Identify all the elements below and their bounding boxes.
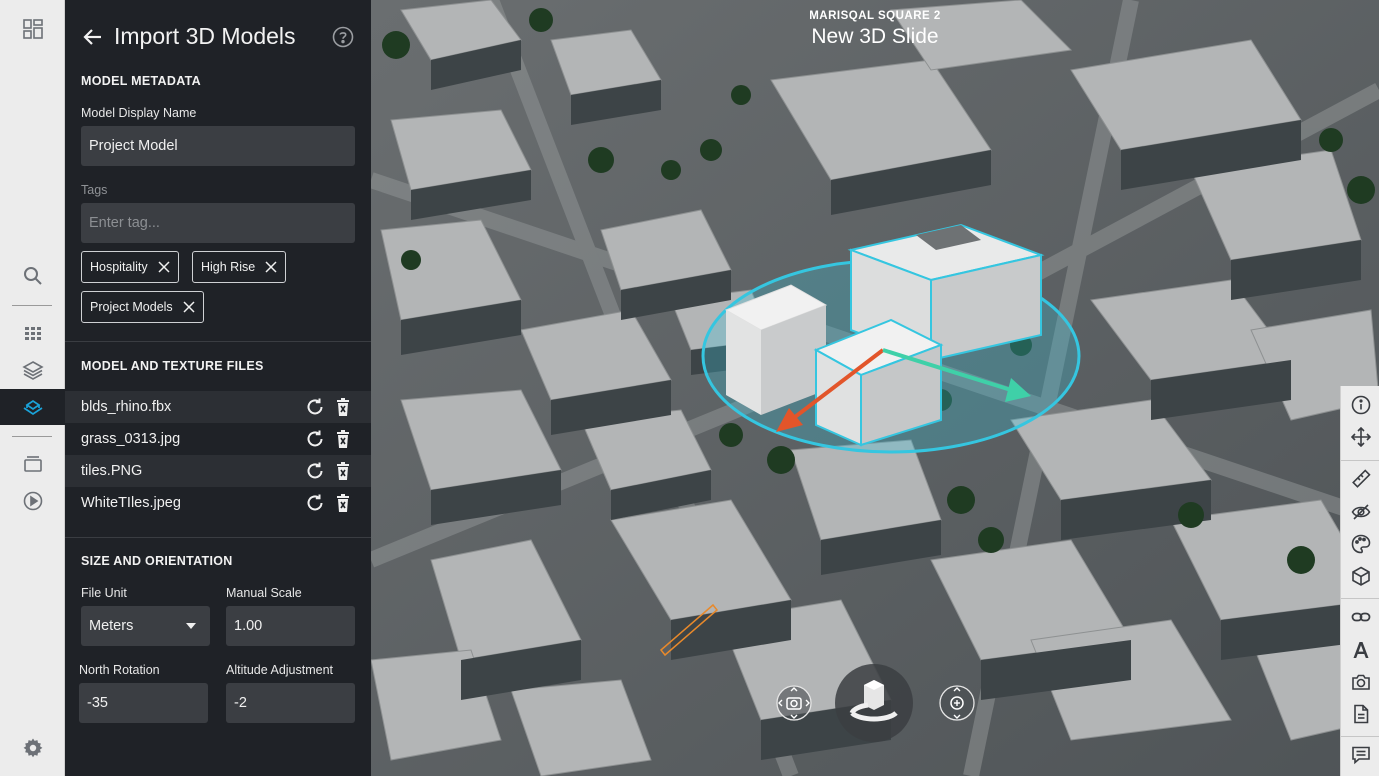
- refresh-icon[interactable]: [305, 461, 325, 481]
- manual-scale-label: Manual Scale: [226, 586, 302, 600]
- tags-label: Tags: [81, 183, 108, 197]
- trash-icon[interactable]: [333, 397, 353, 417]
- tag-chip: High Rise: [192, 251, 287, 283]
- info-icon[interactable]: [1341, 390, 1379, 420]
- file-row[interactable]: grass_0313.jpg: [65, 423, 371, 455]
- file-unit-select[interactable]: Meters: [81, 606, 210, 646]
- settings-gear-icon[interactable]: [0, 730, 65, 766]
- refresh-icon[interactable]: [305, 429, 325, 449]
- remove-tag-icon[interactable]: [265, 261, 277, 273]
- metadata-section-title: MODEL METADATA: [81, 74, 201, 88]
- file-name: tiles.PNG: [81, 463, 143, 479]
- back-arrow-icon[interactable]: [81, 25, 105, 49]
- project-name: MARISQAL SQUARE 2: [809, 10, 941, 22]
- remove-tag-icon[interactable]: [183, 301, 195, 313]
- models-icon[interactable]: [0, 389, 65, 425]
- altitude-input[interactable]: -2: [226, 683, 355, 723]
- play-icon[interactable]: [0, 483, 65, 519]
- display-name-label: Model Display Name: [81, 106, 197, 120]
- import-models-panel: Import 3D Models MODEL METADATA Model Di…: [65, 0, 371, 776]
- link-icon[interactable]: [1341, 602, 1379, 632]
- altitude-label: Altitude Adjustment: [226, 663, 334, 677]
- ruler-icon[interactable]: [1341, 464, 1379, 494]
- layers-icon[interactable]: [0, 352, 65, 388]
- city-scene: [371, 0, 1379, 776]
- north-rotation-label: North Rotation: [79, 663, 160, 677]
- tag-chip: Hospitality: [81, 251, 179, 283]
- zoom-icon[interactable]: [938, 684, 976, 722]
- north-rotation-input[interactable]: -35: [79, 683, 208, 723]
- grid-list-icon[interactable]: [0, 316, 65, 352]
- icon-rail: [0, 0, 65, 776]
- trash-icon[interactable]: [333, 429, 353, 449]
- document-icon[interactable]: [1341, 699, 1379, 729]
- display-name-input[interactable]: Project Model: [81, 126, 355, 166]
- file-unit-label: File Unit: [81, 586, 127, 600]
- map-viewport[interactable]: MARISQAL SQUARE 2 New 3D Slide: [371, 0, 1379, 776]
- panel-header: Import 3D Models: [65, 0, 371, 76]
- remove-tag-icon[interactable]: [158, 261, 170, 273]
- tag-chip: Project Models: [81, 291, 204, 323]
- visibility-off-icon[interactable]: [1341, 497, 1379, 527]
- file-row[interactable]: blds_rhino.fbx: [65, 391, 371, 423]
- camera-pan-icon[interactable]: [775, 684, 813, 722]
- file-row[interactable]: tiles.PNG: [65, 455, 371, 487]
- tag-input[interactable]: Enter tag...: [81, 203, 355, 243]
- slides-icon[interactable]: [0, 446, 65, 482]
- search-icon[interactable]: [0, 258, 65, 294]
- trash-icon[interactable]: [333, 461, 353, 481]
- file-name: grass_0313.jpg: [81, 431, 181, 447]
- orbit-compass-icon[interactable]: [834, 663, 914, 743]
- tag-chip-label: Project Models: [90, 300, 173, 314]
- comment-icon[interactable]: [1341, 740, 1379, 770]
- trash-icon[interactable]: [333, 493, 353, 513]
- help-icon[interactable]: [332, 26, 354, 48]
- files-section-title: MODEL AND TEXTURE FILES: [81, 359, 264, 373]
- slide-title[interactable]: New 3D Slide: [371, 25, 1379, 49]
- text-tool-icon[interactable]: [1341, 635, 1379, 665]
- file-name: blds_rhino.fbx: [81, 399, 172, 415]
- camera-icon[interactable]: [1341, 667, 1379, 697]
- file-name: WhiteTIles.jpeg: [81, 495, 181, 511]
- refresh-icon[interactable]: [305, 397, 325, 417]
- right-toolbar: [1340, 386, 1379, 776]
- size-section-title: SIZE AND ORIENTATION: [81, 554, 233, 568]
- dashboard-icon[interactable]: [0, 11, 65, 47]
- panel-title: Import 3D Models: [114, 23, 296, 49]
- file-unit-value: Meters: [89, 618, 134, 634]
- palette-icon[interactable]: [1341, 529, 1379, 559]
- file-row[interactable]: WhiteTIles.jpeg: [65, 487, 371, 519]
- cube-icon[interactable]: [1341, 561, 1379, 591]
- tag-chip-label: Hospitality: [90, 260, 148, 274]
- chevron-down-icon: [186, 623, 196, 629]
- manual-scale-input[interactable]: 1.00: [226, 606, 355, 646]
- move-icon[interactable]: [1341, 422, 1379, 452]
- refresh-icon[interactable]: [305, 493, 325, 513]
- tag-chip-label: High Rise: [201, 260, 256, 274]
